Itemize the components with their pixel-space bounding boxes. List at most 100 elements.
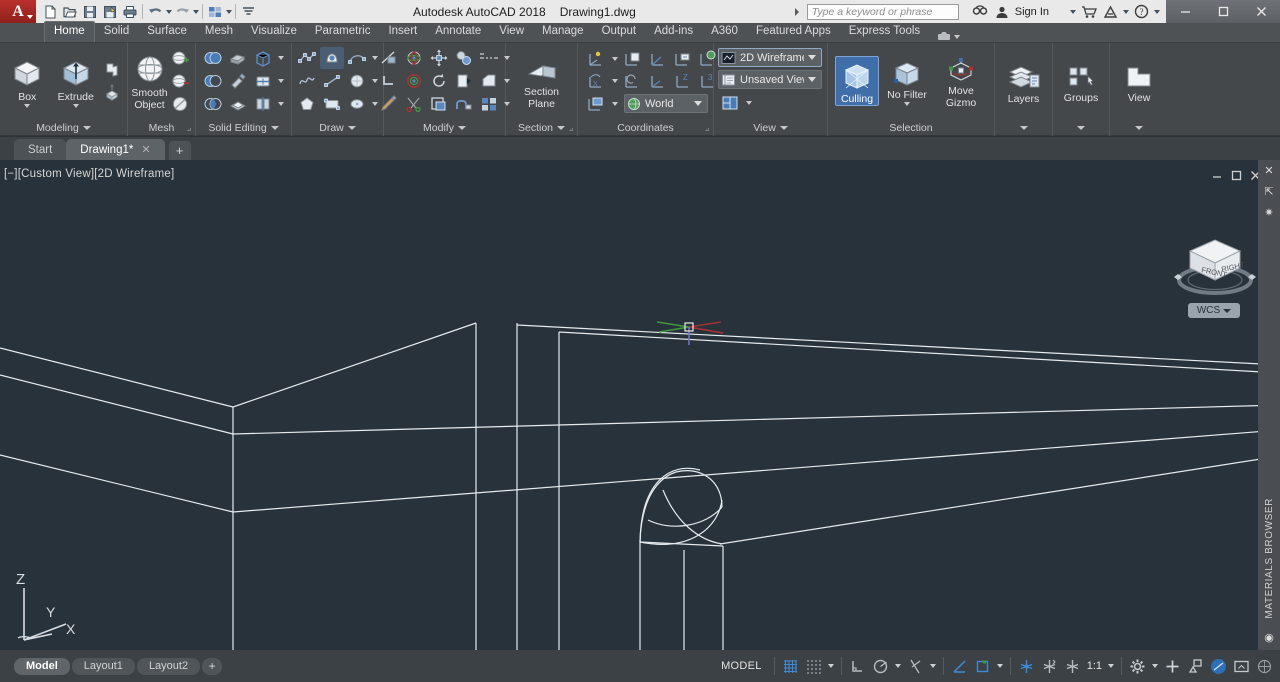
groups-button[interactable]: Groups [1056, 59, 1106, 104]
undo-icon[interactable] [146, 2, 165, 21]
sign-in-label[interactable]: Sign In [1015, 6, 1049, 18]
drawing-canvas[interactable]: [−][Custom View][2D Wireframe] FRONT RIG… [0, 160, 1280, 650]
panel-title-modeling[interactable]: Modeling [0, 119, 127, 136]
ribbon-tab-express-tools[interactable]: Express Tools [840, 22, 929, 42]
undo-dropdown-icon[interactable] [166, 9, 172, 14]
viewport-label[interactable]: [−][Custom View][2D Wireframe] [4, 168, 174, 180]
slice-icon[interactable] [251, 70, 275, 92]
extrude-face-modify-icon[interactable] [377, 70, 401, 92]
smooth-less-icon[interactable] [168, 70, 192, 92]
ucs-z-label-icon[interactable]: Z [671, 70, 695, 92]
ucs-y-axis-icon[interactable] [646, 70, 670, 92]
ribbon-tab-parametric[interactable]: Parametric [306, 22, 380, 42]
materials-browser-panel[interactable]: ✕ ⇱ ✷ MATERIALS BROWSER ◉ [1258, 160, 1280, 650]
ribbon-tab-insert[interactable]: Insert [379, 22, 426, 42]
3d-object-snap-icon[interactable] [971, 654, 994, 678]
move-gizmo-button[interactable]: Move Gizmo [935, 54, 987, 109]
union-icon[interactable] [201, 47, 225, 69]
solid-editing-dropdown-icon[interactable] [276, 47, 287, 69]
new-tab-button[interactable]: + [168, 141, 191, 160]
wcs-dropdown[interactable]: WCS [1188, 303, 1240, 318]
close-icon[interactable]: ✕ [141, 143, 150, 156]
3d-polyline-icon[interactable] [319, 47, 344, 69]
open-file-icon[interactable] [60, 2, 79, 21]
polygon-icon[interactable] [295, 93, 319, 115]
ribbon-tab-featured-apps[interactable]: Featured Apps [747, 22, 840, 42]
visual-style-combo[interactable]: 2D Wireframe [718, 48, 822, 67]
panel-title-draw[interactable]: Draw [292, 119, 383, 136]
3d-move-icon[interactable] [100, 82, 124, 104]
ucs-combo[interactable]: World [624, 94, 708, 113]
culling-button[interactable]: Culling [835, 56, 879, 106]
panel-title-modify[interactable]: Modify [384, 119, 505, 136]
annotation-scale-dropdown-icon[interactable] [1105, 654, 1117, 678]
ribbon-tab-manage[interactable]: Manage [533, 22, 593, 42]
3d-osnap-dropdown-icon[interactable] [994, 654, 1006, 678]
solid-history-icon[interactable] [251, 47, 275, 69]
rectangle-icon[interactable] [320, 93, 344, 115]
search-expand-icon[interactable] [791, 3, 803, 21]
3d-sweep-icon[interactable] [452, 93, 476, 115]
restore-button[interactable] [1204, 0, 1242, 23]
3d-align-icon[interactable] [377, 47, 401, 69]
panel-dialog-launcher-icon[interactable]: ⟓ [569, 123, 573, 134]
file-tab-drawing1[interactable]: Drawing1* ✕ [66, 139, 165, 160]
panel-settings-icon[interactable]: ✷ [1264, 206, 1273, 219]
extrude-face-icon[interactable] [226, 47, 250, 69]
isolate-objects-icon[interactable] [1184, 654, 1207, 678]
viewport-minimize-icon[interactable] [1211, 169, 1224, 185]
3d-scale-icon[interactable] [402, 70, 426, 92]
separate-icon[interactable] [251, 93, 275, 115]
save-file-icon[interactable] [80, 2, 99, 21]
a360-dropdown-icon[interactable] [1123, 9, 1129, 14]
named-view-combo[interactable]: Unsaved View [718, 70, 822, 89]
3d-mirror-icon[interactable] [452, 47, 476, 69]
redo-icon[interactable] [173, 2, 192, 21]
snap-dropdown-icon[interactable] [825, 654, 837, 678]
3d-array-icon[interactable] [477, 47, 501, 69]
help-dropdown-icon[interactable] [1154, 9, 1160, 14]
new-file-icon[interactable] [40, 2, 59, 21]
ribbon-tab-a360[interactable]: A360 [702, 22, 747, 42]
intersect-icon[interactable] [201, 93, 225, 115]
3d-move-tool-icon[interactable] [427, 47, 451, 69]
help-icon[interactable]: ? [1132, 2, 1151, 21]
no-filter-dropdown-icon[interactable] [904, 102, 910, 106]
panel-title-coordinates[interactable]: Coordinates ⟓ [578, 119, 713, 136]
dynamic-ucs-icon[interactable] [1015, 654, 1038, 678]
lineweight-icon[interactable] [1061, 654, 1084, 678]
ribbon-tab-addins[interactable]: Add-ins [645, 22, 702, 42]
smooth-object-button[interactable]: Smooth Object [131, 52, 168, 111]
panel-dialog-launcher-icon[interactable]: ⟓ [187, 123, 191, 134]
clean-screen-icon[interactable] [1230, 654, 1253, 678]
add-layout-button[interactable]: + [202, 657, 223, 675]
search-icon[interactable] [971, 2, 990, 21]
extrude-dropdown-icon[interactable] [72, 104, 79, 108]
sign-in-dropdown-icon[interactable] [1070, 9, 1076, 14]
ucs-axis-dropdown-icon[interactable] [609, 70, 620, 92]
ribbon-tab-mesh[interactable]: Mesh [196, 22, 242, 42]
match-properties-icon[interactable] [377, 93, 401, 115]
shell-icon[interactable] [226, 93, 250, 115]
ortho-mode-icon[interactable] [846, 654, 869, 678]
ribbon-tab-visualize[interactable]: Visualize [242, 22, 306, 42]
3d-fillet-icon[interactable] [452, 70, 476, 92]
3d-rotate-icon[interactable] [402, 47, 426, 69]
presspull-icon[interactable] [100, 59, 124, 81]
ribbon-tab-surface[interactable]: Surface [138, 22, 196, 42]
customization-dropdown-icon[interactable] [1149, 654, 1161, 678]
line-icon[interactable] [320, 70, 344, 92]
polyline-icon[interactable] [295, 47, 319, 69]
layout-tab-model[interactable]: Model [14, 657, 70, 675]
ribbon-display-options[interactable] [929, 31, 968, 42]
no-filter-button[interactable]: No Filter [879, 56, 935, 106]
view-panel-button[interactable]: View [1114, 59, 1164, 104]
ellipse-icon[interactable] [345, 93, 369, 115]
section-plane-button[interactable]: Section Plane [514, 53, 570, 110]
panel-title-solid-editing[interactable]: Solid Editing [196, 119, 291, 136]
panel-dialog-launcher-icon[interactable]: ⟓ [705, 123, 709, 134]
layout-tab-layout2[interactable]: Layout2 [136, 657, 201, 675]
box-dropdown-icon[interactable] [24, 104, 31, 108]
arc-icon[interactable] [345, 47, 369, 69]
polar-tracking-icon[interactable] [869, 654, 892, 678]
